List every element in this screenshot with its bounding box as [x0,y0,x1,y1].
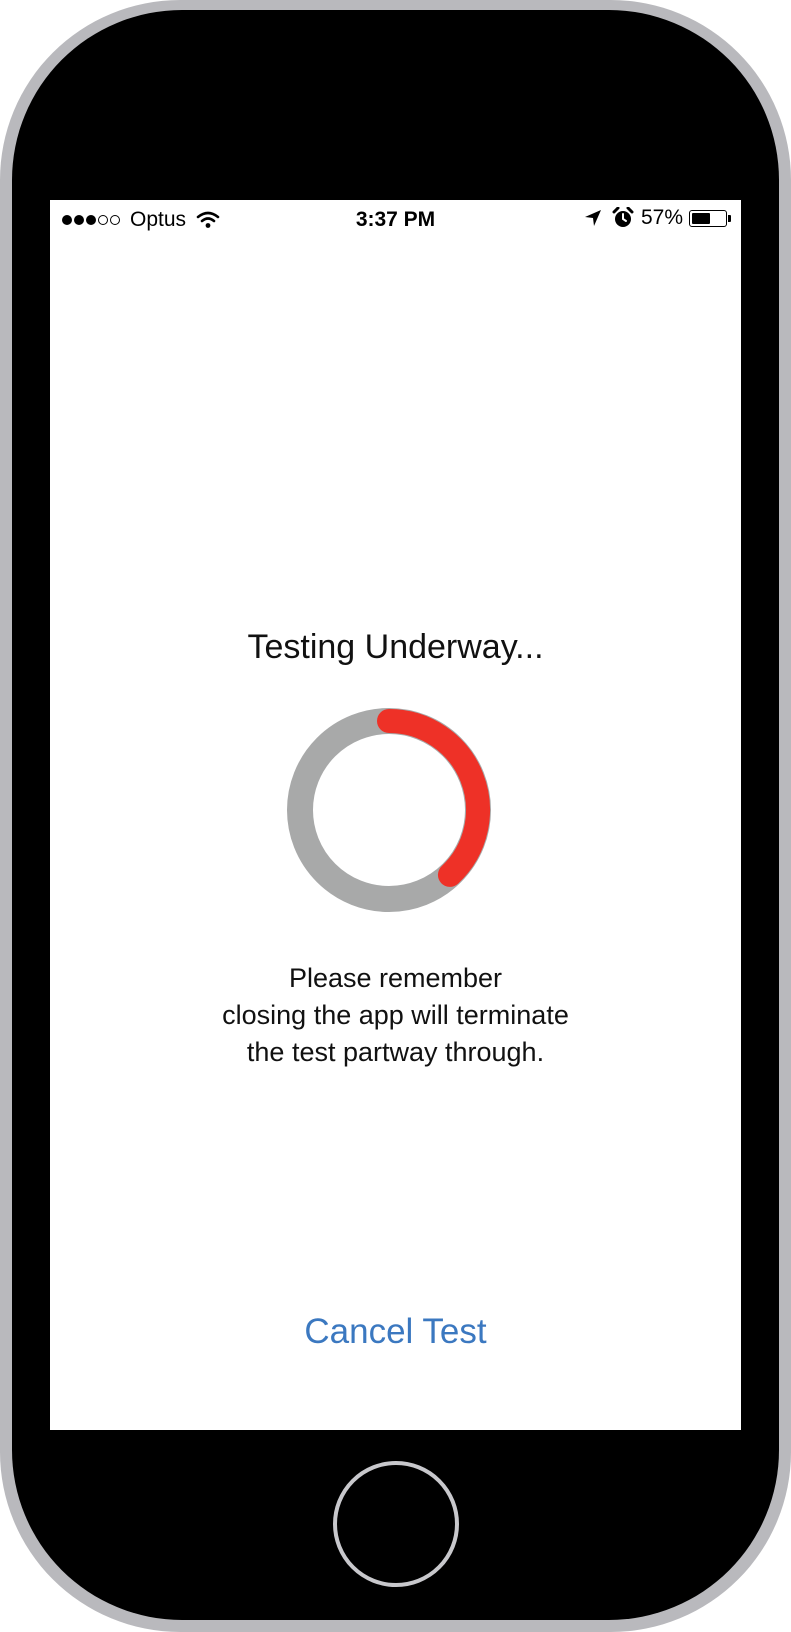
progress-ring [287,708,491,912]
message-line: closing the app will terminate [222,1000,569,1030]
alarm-icon [612,207,634,227]
warning-message: Please remember closing the app will ter… [50,960,741,1071]
app-screen: Optus 3:37 PM 57% Testing Underway... Pl… [50,200,741,1430]
status-right: 57% [583,206,731,230]
battery-tip [728,214,731,222]
status-bar: Optus 3:37 PM 57% [50,200,741,240]
cancel-test-button[interactable]: Cancel Test [250,1312,541,1352]
testing-heading: Testing Underway... [247,628,544,666]
location-arrow-icon [584,210,601,226]
home-button[interactable] [333,1461,459,1587]
message-line: the test partway through. [246,1037,545,1067]
battery-percent: 57% [640,206,683,229]
battery-level-fill [692,212,710,224]
battery-icon [689,209,727,227]
message-line: Please remember [288,963,503,993]
